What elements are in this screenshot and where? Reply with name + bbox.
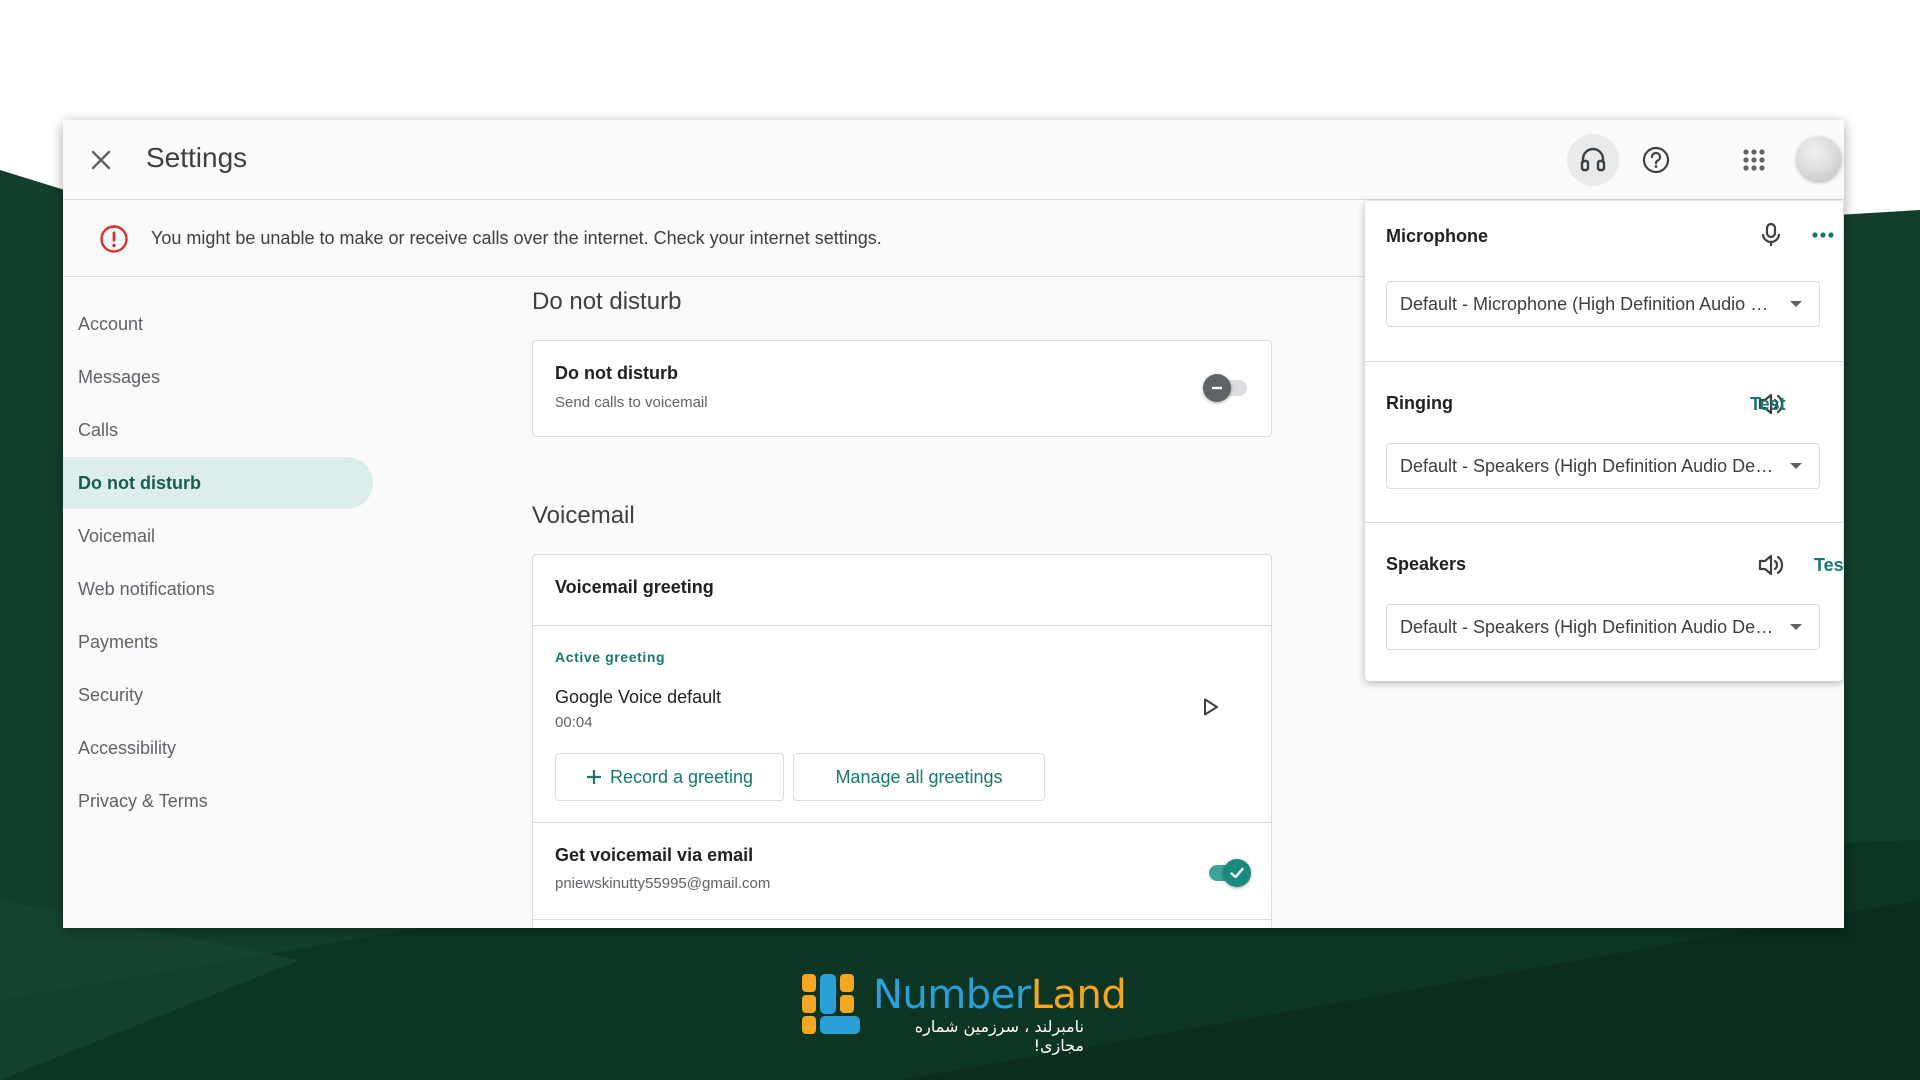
sidebar-item-messages[interactable]: Messages bbox=[63, 351, 373, 403]
top-bar: Settings bbox=[63, 120, 1844, 200]
connection-warning-banner: You might be unable to make or receive c… bbox=[63, 201, 1367, 277]
dnd-toggle[interactable] bbox=[1203, 373, 1251, 402]
help-button[interactable] bbox=[1630, 134, 1682, 186]
greeting-title: Voicemail greeting bbox=[555, 577, 714, 597]
sidebar-item-accessibility[interactable]: Accessibility bbox=[63, 722, 373, 774]
microphone-select[interactable]: Default - Microphone (High Definition Au… bbox=[1386, 281, 1820, 327]
email-voicemail-title: Get voicemail via email bbox=[555, 845, 754, 865]
avatar[interactable] bbox=[1797, 137, 1841, 181]
voicemail-section-title: Voicemail bbox=[532, 502, 635, 529]
settings-window: Settings You might be unable to make or … bbox=[63, 120, 1844, 928]
microphone-section: Microphone Default - Microphone (High De… bbox=[1365, 201, 1843, 362]
greeting-duration: 00:04 bbox=[555, 714, 593, 731]
chevron-down-icon bbox=[1790, 463, 1802, 469]
record-greeting-label: Record a greeting bbox=[609, 766, 754, 787]
manage-greetings-button[interactable]: Manage all greetings bbox=[793, 753, 1045, 801]
microphone-label: Microphone bbox=[1386, 226, 1488, 246]
active-greeting-label: Active greeting bbox=[555, 649, 666, 665]
logo-name: NumberLand bbox=[873, 972, 1127, 1018]
audio-settings-button[interactable] bbox=[1567, 134, 1619, 186]
dnd-title: Do not disturb bbox=[555, 363, 678, 383]
logo-name-land: Land bbox=[1030, 972, 1127, 1018]
page-title: Settings bbox=[146, 142, 248, 173]
sidebar-item-privacy-terms[interactable]: Privacy & Terms bbox=[63, 775, 373, 827]
dnd-section-title: Do not disturb bbox=[532, 288, 682, 315]
speakers-select[interactable]: Default - Speakers (High Definition Audi… bbox=[1386, 604, 1820, 650]
numberland-logo: NumberLand نامبرلند ، سرزمین شماره مجازی… bbox=[800, 970, 1127, 1055]
help-icon bbox=[1642, 146, 1670, 174]
logo-tagline: نامبرلند ، سرزمین شماره مجازی! bbox=[914, 1017, 1084, 1055]
close-icon bbox=[91, 150, 111, 170]
volume-icon bbox=[1758, 554, 1784, 576]
divider bbox=[533, 625, 1271, 626]
headset-icon bbox=[1580, 147, 1606, 172]
sidebar-item-voicemail[interactable]: Voicemail bbox=[63, 510, 373, 562]
divider bbox=[533, 919, 1271, 920]
microphone-button[interactable] bbox=[1755, 219, 1787, 251]
check-icon bbox=[1230, 867, 1244, 879]
toggle-knob bbox=[1223, 859, 1251, 887]
ringing-select[interactable]: Default - Speakers (High Definition Audi… bbox=[1386, 443, 1820, 489]
speakers-select-value: Default - Speakers (High Definition Audi… bbox=[1400, 616, 1780, 637]
ringing-section: Ringing Test Default - Speakers (High De… bbox=[1365, 362, 1843, 523]
record-greeting-button[interactable]: Record a greeting bbox=[555, 753, 784, 801]
ringing-select-value: Default - Speakers (High Definition Audi… bbox=[1400, 455, 1780, 476]
play-greeting-button[interactable] bbox=[1197, 693, 1225, 721]
numberland-logo-mark bbox=[802, 974, 860, 1034]
sidebar-item-security[interactable]: Security bbox=[63, 669, 373, 721]
sidebar-item-payments[interactable]: Payments bbox=[63, 616, 373, 668]
manage-greetings-label: Manage all greetings bbox=[835, 766, 1003, 787]
sidebar-item-account[interactable]: Account bbox=[63, 298, 373, 350]
microphone-icon bbox=[1761, 222, 1781, 246]
greeting-name: Google Voice default bbox=[555, 687, 722, 707]
plus-icon bbox=[586, 770, 601, 784]
microphone-select-value: Default - Microphone (High Definition Au… bbox=[1400, 293, 1780, 314]
chevron-down-icon bbox=[1790, 301, 1802, 307]
chevron-down-icon bbox=[1790, 624, 1802, 630]
sidebar-item-do-not-disturb[interactable]: Do not disturb bbox=[63, 457, 373, 509]
toggle-knob bbox=[1203, 374, 1231, 402]
apps-grid-icon bbox=[1743, 149, 1765, 171]
settings-sidebar: Account Messages Calls Do not disturb Vo… bbox=[63, 298, 373, 828]
logo-name-number: Number bbox=[873, 972, 1031, 1018]
more-horiz-icon bbox=[1812, 232, 1834, 238]
error-icon bbox=[100, 225, 128, 253]
sidebar-item-web-notifications[interactable]: Web notifications bbox=[63, 563, 373, 615]
dnd-subtitle: Send calls to voicemail bbox=[555, 394, 708, 411]
close-button[interactable] bbox=[85, 144, 117, 176]
dnd-card: Do not disturb Send calls to voicemail bbox=[532, 340, 1272, 437]
warning-message: You might be unable to make or receive c… bbox=[151, 228, 882, 248]
divider bbox=[533, 822, 1271, 823]
email-voicemail-toggle[interactable] bbox=[1203, 858, 1251, 887]
microphone-more-button[interactable] bbox=[1807, 219, 1839, 251]
ringing-test-button[interactable]: Test bbox=[1750, 394, 1786, 415]
speakers-volume-button[interactable] bbox=[1755, 549, 1787, 581]
speakers-test-button[interactable]: Test bbox=[1814, 555, 1844, 576]
minus-icon bbox=[1212, 386, 1222, 390]
play-icon bbox=[1204, 698, 1218, 716]
audio-settings-panel: Microphone Default - Microphone (High De… bbox=[1365, 201, 1844, 681]
ringing-label: Ringing bbox=[1386, 393, 1453, 413]
sidebar-item-calls[interactable]: Calls bbox=[63, 404, 373, 456]
voicemail-card: Voicemail greeting Active greeting Googl… bbox=[532, 554, 1272, 928]
apps-button[interactable] bbox=[1728, 134, 1780, 186]
speakers-section: Speakers Test Default - Speakers (High D… bbox=[1365, 523, 1844, 681]
email-address: pniewskinutty55995@gmail.com bbox=[555, 875, 771, 892]
speakers-label: Speakers bbox=[1386, 554, 1467, 574]
